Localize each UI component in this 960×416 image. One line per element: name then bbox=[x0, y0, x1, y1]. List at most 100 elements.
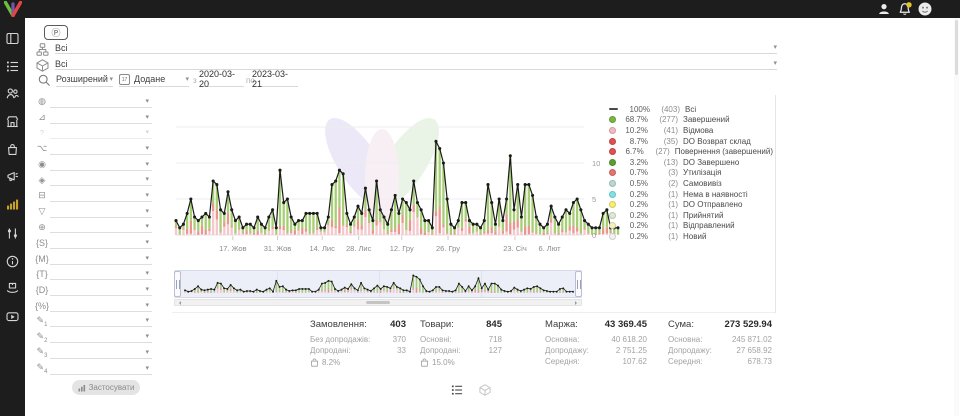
app-logo[interactable] bbox=[4, 1, 22, 17]
custom-field-2-select[interactable]: ▾ bbox=[50, 331, 152, 343]
date-to-input[interactable]: 2023-03-21 bbox=[252, 72, 298, 87]
page-scrollbar[interactable] bbox=[954, 18, 959, 416]
product-filter-value: Всі bbox=[55, 59, 68, 69]
bell-icon[interactable] bbox=[898, 2, 912, 16]
stat-sub-value: 127 bbox=[489, 345, 502, 356]
custom-t-filter-select[interactable]: ▾ bbox=[50, 268, 152, 280]
custom-d-filter-select[interactable]: ▾ bbox=[50, 284, 152, 296]
search-mode-value: Розширений bbox=[56, 74, 108, 84]
sidebar-item-dashboard[interactable]: .s{fill:none;stroke:#d6d6d6;stroke-width… bbox=[0, 25, 25, 51]
package-filter-select[interactable]: ▾ bbox=[50, 174, 152, 186]
marketplace-source-icon[interactable]: Ⓟ bbox=[44, 25, 68, 40]
legend-item[interactable]: 6.7%(27)Повернення (завершений) bbox=[609, 146, 773, 157]
sidebar-item-orders[interactable]: .s{fill:none;stroke:#d6d6d6;stroke-width… bbox=[0, 53, 25, 79]
vscroll-thumb[interactable] bbox=[955, 20, 958, 75]
legend-item[interactable]: 8.7%(35)DO Возврат склад bbox=[609, 136, 773, 147]
orders-list-view-toggle[interactable] bbox=[449, 383, 465, 397]
chart-filter: ⊿▾ bbox=[34, 110, 152, 126]
legend-item[interactable]: 0.2%(1)Нема в наявності bbox=[609, 189, 773, 200]
legend-count: (3) bbox=[648, 168, 678, 177]
stat-title: Сума: bbox=[668, 319, 694, 330]
legend-label: DO Возврат склад bbox=[683, 137, 751, 146]
custom-field-4-select[interactable]: ▾ bbox=[50, 363, 152, 375]
product-box-icon bbox=[36, 59, 49, 72]
date-field-select[interactable]: 17 Додане ▾ bbox=[119, 72, 189, 87]
sidebar-item-marketing[interactable]: .s{fill:none;stroke:#d6d6d6;stroke-width… bbox=[0, 163, 25, 189]
legend-item[interactable]: 100%(403)Всі bbox=[609, 104, 773, 115]
legend-item[interactable]: 0.2%(1)Новий bbox=[609, 231, 773, 242]
sidebar-item-settings[interactable]: .s{fill:none;stroke:#d6d6d6;stroke-width… bbox=[0, 220, 25, 246]
date-from-label: з bbox=[193, 76, 197, 85]
legend-percent: 0.5% bbox=[616, 179, 648, 188]
legend-label: Новий bbox=[683, 232, 706, 241]
stat-value: 403 bbox=[390, 319, 406, 330]
legend-item[interactable]: 3.2%(13)DO Завершено bbox=[609, 157, 773, 168]
date-from-input[interactable]: 2020-03-20 bbox=[199, 72, 244, 87]
custom-pct-filter-select[interactable]: ▾ bbox=[50, 300, 152, 312]
legend-item[interactable]: 10.2%(41)Відмова bbox=[609, 125, 773, 136]
sidebar-item-analytics[interactable]: .s{fill:none;stroke:#d6d6d6;stroke-width… bbox=[0, 191, 25, 217]
icon-index: 1 bbox=[44, 322, 47, 328]
custom-field-1-icon: ✎1 bbox=[34, 315, 50, 328]
clients-icon: .s{fill:none;stroke:#d6d6d6;stroke-width… bbox=[6, 87, 19, 100]
svg-text:23. Січ: 23. Січ bbox=[503, 244, 527, 253]
sidebar-item-purchases[interactable]: .s{fill:none;stroke:#d6d6d6;stroke-width… bbox=[0, 136, 25, 162]
brush-handle-right[interactable] bbox=[575, 271, 582, 297]
brush-handle-left[interactable] bbox=[174, 271, 181, 297]
legend-label: Самовивіз bbox=[683, 179, 722, 188]
sidebar-item-clients[interactable]: .s{fill:none;stroke:#d6d6d6;stroke-width… bbox=[0, 80, 25, 106]
upsell-rate: 15.0% bbox=[420, 358, 502, 367]
custom-s-filter-select[interactable]: ▾ bbox=[50, 237, 152, 249]
chevron-down-icon: ▾ bbox=[145, 192, 149, 199]
apply-button[interactable]: Застосувати bbox=[72, 380, 140, 395]
sphere-filter-select[interactable]: ▾ bbox=[50, 96, 152, 108]
search-mode-select[interactable]: Розширений ▾ bbox=[56, 72, 113, 87]
stat-sub-row: Основна:245 871.02 bbox=[668, 334, 772, 345]
stat-sub-value: 370 bbox=[393, 334, 406, 345]
product-filter-select[interactable]: Всі ▾ bbox=[55, 58, 777, 70]
sidebar-item-store[interactable]: .s{fill:none;stroke:#d6d6d6;stroke-width… bbox=[0, 108, 25, 134]
status-filter-select[interactable]: Всі ▾ bbox=[55, 42, 777, 54]
custom-pct-filter: {%}▾ bbox=[34, 298, 152, 314]
contact-filter-select[interactable]: ▾ bbox=[50, 159, 152, 171]
stat-sub-row: Допродажу:27 658.92 bbox=[668, 345, 772, 356]
legend-item[interactable]: 68.7%(277)Завершений bbox=[609, 115, 773, 126]
funnel-filter-select[interactable]: ▾ bbox=[50, 206, 152, 218]
chevron-down-icon: ▾ bbox=[145, 333, 149, 340]
legend-color-swatch bbox=[609, 138, 616, 145]
scroll-left-arrow-icon[interactable] bbox=[177, 301, 181, 305]
legend-item[interactable]: 0.2%(1)DO Отправлено bbox=[609, 199, 773, 210]
hscroll-thumb[interactable] bbox=[366, 301, 390, 304]
analytics-screen: .s{fill:none;stroke:#d6d6d6;stroke-width… bbox=[0, 0, 960, 416]
legend-item[interactable]: 0.2%(1)Прийнятий bbox=[609, 210, 773, 221]
help-filter-icon: ? bbox=[34, 130, 50, 137]
custom-field-3-select[interactable]: ▾ bbox=[50, 347, 152, 359]
payment-filter-select[interactable]: ▾ bbox=[50, 190, 152, 202]
sidebar-item-video-help[interactable]: .s{fill:none;stroke:#d6d6d6;stroke-width… bbox=[0, 303, 25, 329]
chart-filter-select[interactable]: ▾ bbox=[50, 112, 152, 124]
chart-hscrollbar[interactable] bbox=[174, 299, 582, 306]
custom-field-2: ✎2▾ bbox=[34, 329, 152, 345]
search-icon[interactable] bbox=[38, 74, 51, 87]
legend-item[interactable]: 0.2%(1)Відправлений bbox=[609, 221, 773, 232]
products-view-toggle[interactable] bbox=[477, 383, 493, 397]
scroll-right-arrow-icon[interactable] bbox=[575, 301, 579, 305]
legend-item[interactable]: 0.7%(3)Утилізація bbox=[609, 168, 773, 179]
sidebar-item-packages[interactable]: .s{fill:none;stroke:#d6d6d6;stroke-width… bbox=[0, 275, 25, 301]
custom-field-1-select[interactable]: ▾ bbox=[50, 315, 152, 327]
user-icon[interactable] bbox=[878, 3, 890, 15]
package-icon bbox=[479, 384, 491, 396]
legend-item[interactable]: 0.5%(2)Самовивіз bbox=[609, 178, 773, 189]
legend-percent: 0.2% bbox=[616, 200, 648, 209]
legend-percent: 6.7% bbox=[616, 147, 644, 156]
sidebar-item-info[interactable]: .s{fill:none;stroke:#d6d6d6;stroke-width… bbox=[0, 248, 25, 274]
chevron-down-icon: ▾ bbox=[145, 349, 149, 356]
hierarchy-filter-select[interactable]: ▾ bbox=[50, 143, 152, 155]
chart-minimap[interactable] bbox=[174, 270, 582, 298]
hierarchy-filter-icon: ⌥ bbox=[34, 143, 50, 154]
legend-percent: 100% bbox=[618, 105, 650, 114]
stat-sub-row: Допродані:127 bbox=[420, 345, 502, 356]
custom-m-filter-select[interactable]: ▾ bbox=[50, 253, 152, 265]
avatar-icon[interactable] bbox=[918, 2, 932, 16]
site-filter-select[interactable]: ▾ bbox=[50, 221, 152, 233]
